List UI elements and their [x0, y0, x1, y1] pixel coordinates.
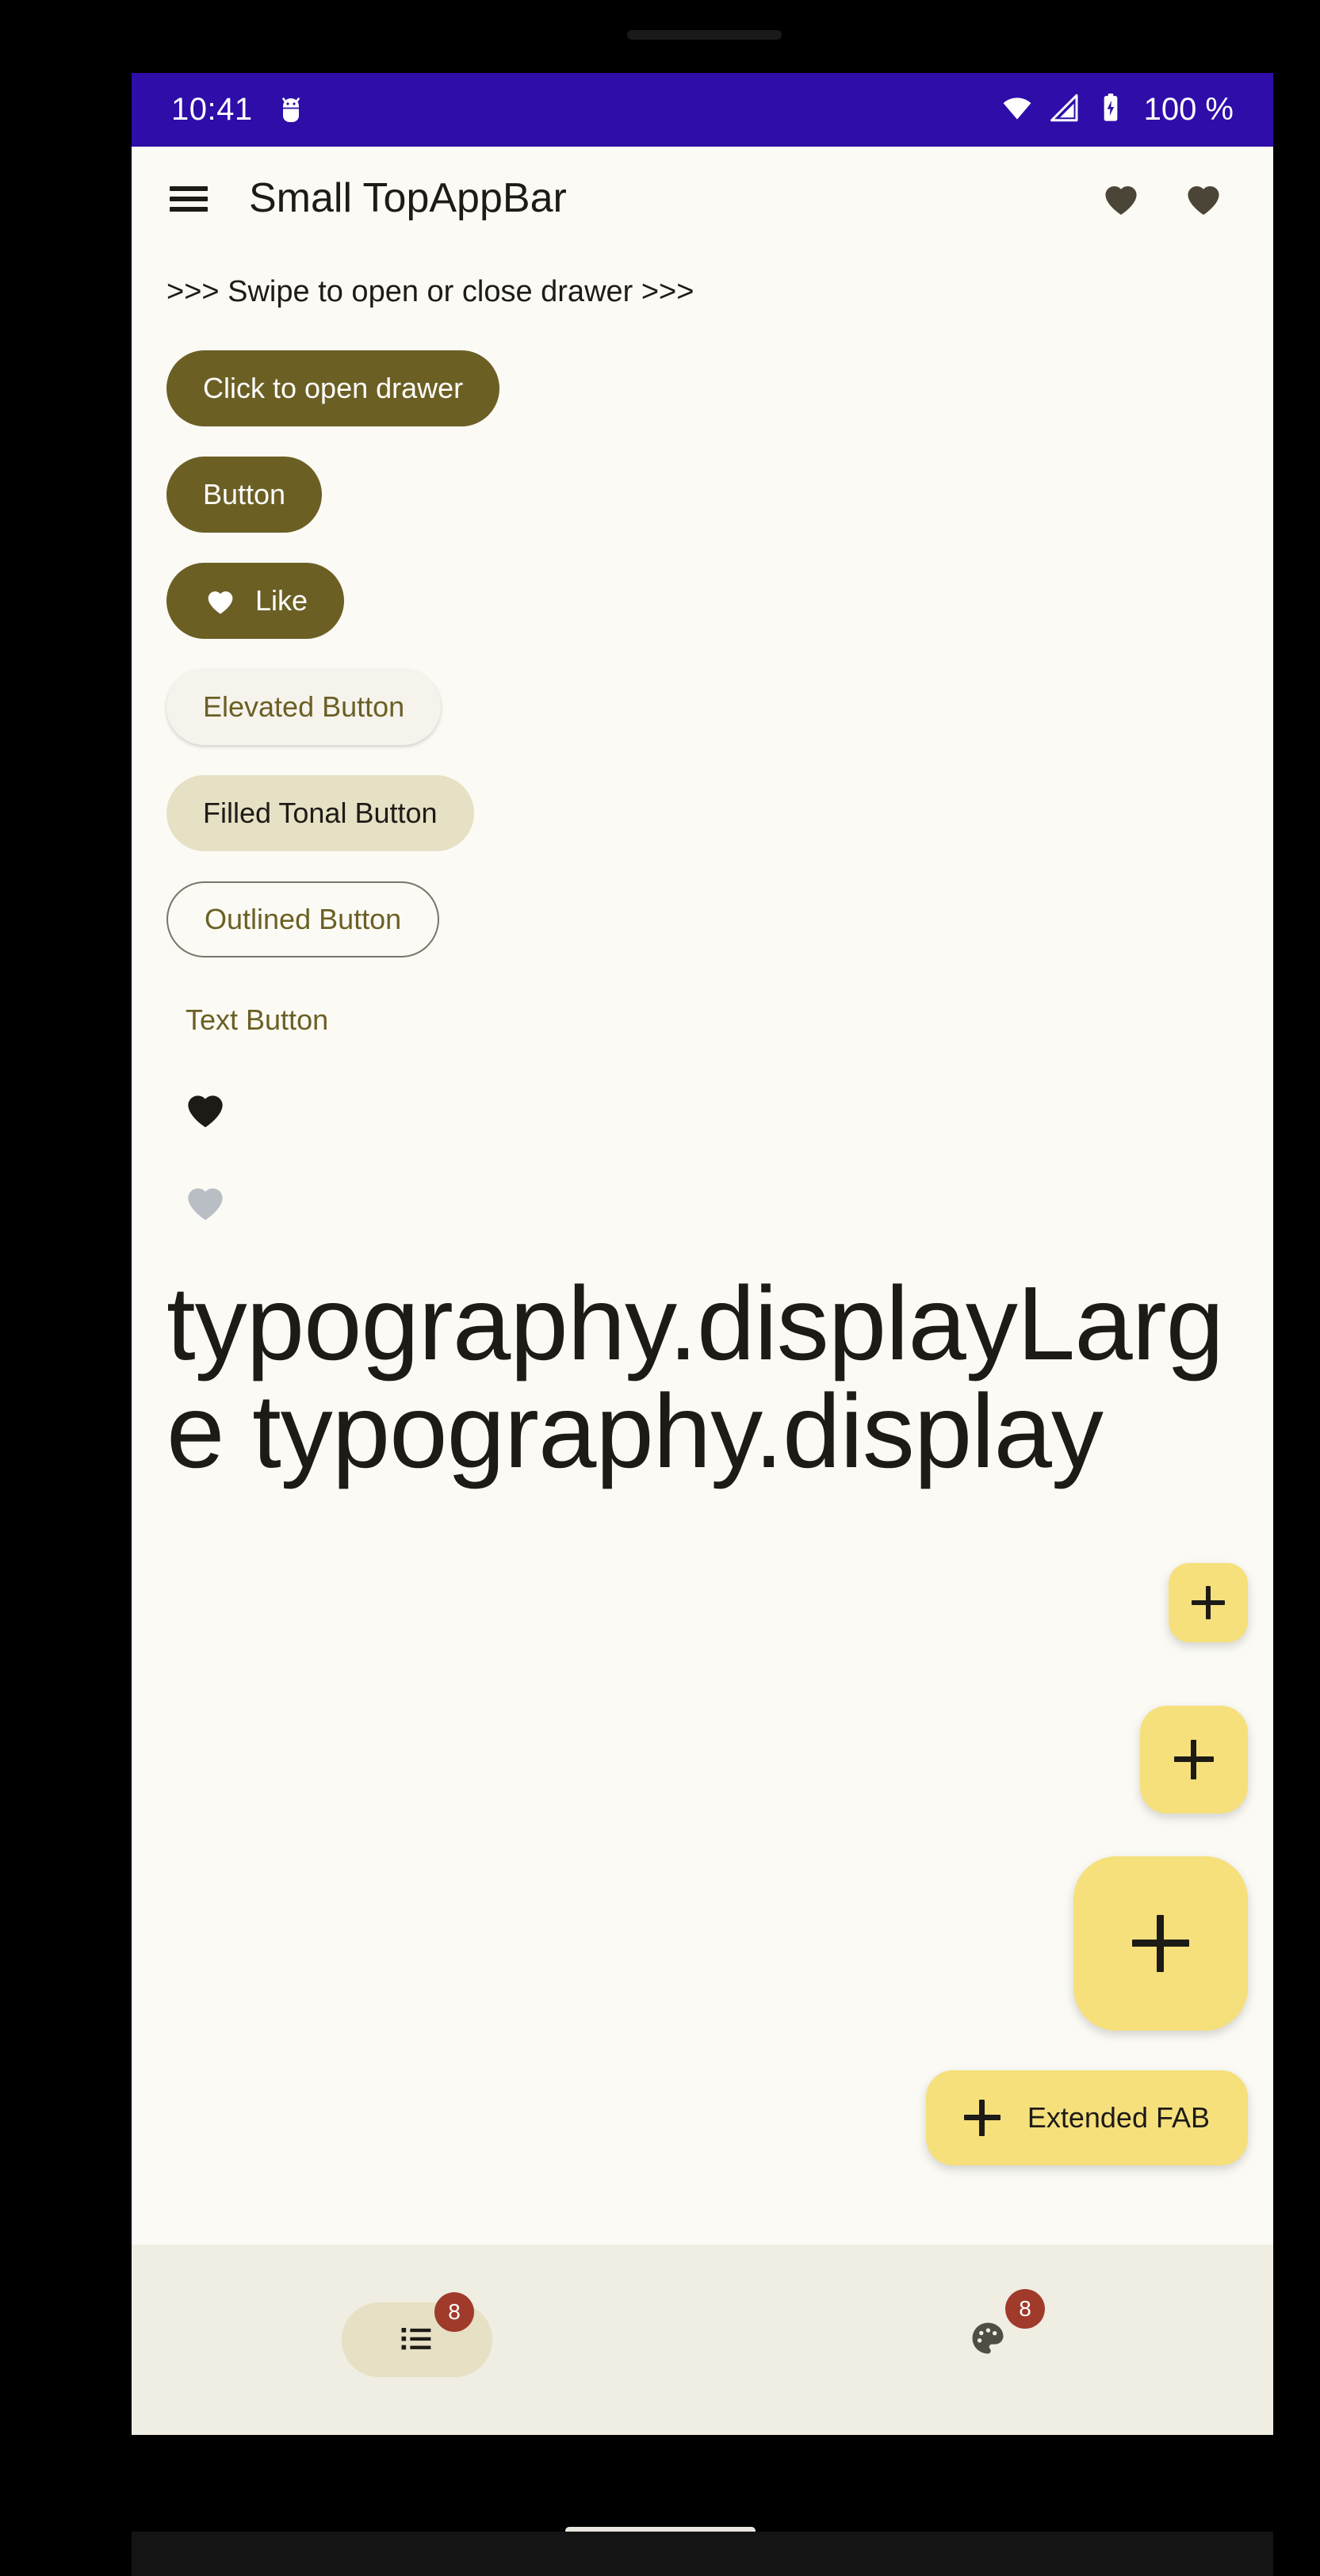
page-title: Small TopAppBar [249, 175, 567, 221]
wifi-icon [1000, 90, 1035, 129]
nav-item-palette-badge: 8 [1005, 2289, 1045, 2329]
status-icons-group: 100 % [1000, 90, 1234, 129]
open-drawer-button[interactable]: Click to open drawer [166, 350, 500, 426]
status-time: 10:41 [171, 92, 253, 127]
top-app-bar: Small TopAppBar [132, 147, 1273, 250]
status-bar: 10:41 100 % [132, 73, 1273, 147]
plain-button[interactable]: Button [166, 457, 323, 533]
fab-extended[interactable]: Extended FAB [925, 2070, 1248, 2165]
plus-icon [1174, 1740, 1214, 1779]
like-button[interactable]: Like [166, 563, 345, 639]
app-bar-actions [1099, 176, 1238, 220]
typography-sample-text: typography.displayLarge typography.displ… [166, 1265, 1224, 1489]
swipe-hint-text: >>> Swipe to open or close drawer >>> [166, 275, 694, 308]
android-bug-icon [275, 94, 307, 126]
plus-icon [1132, 1915, 1189, 1972]
icon-toggle-group [166, 1084, 1238, 1230]
favorite-toggle-off[interactable] [181, 1177, 1238, 1230]
plus-icon [963, 2100, 1001, 2136]
elevated-button[interactable]: Elevated Button [166, 669, 442, 745]
cell-signal-icon [1049, 91, 1082, 128]
palette-icon [967, 2318, 1008, 2363]
bottom-navigation-bar: 8 8 [132, 2245, 1273, 2435]
main-content: >>> Swipe to open or close drawer >>> Cl… [132, 275, 1273, 1485]
outlined-button[interactable]: Outlined Button [166, 881, 440, 957]
list-icon [396, 2318, 438, 2363]
favorite-toggle-on[interactable] [181, 1084, 1238, 1137]
text-button[interactable]: Text Button [166, 992, 347, 1048]
battery-percent-label: 100 % [1143, 92, 1234, 127]
device-frame: 10:41 100 % Small TopAppBar >>> Swipe to… [44, 0, 1276, 2576]
nav-item-palette[interactable]: 8 [702, 2245, 1273, 2435]
fab-medium[interactable] [1140, 1706, 1248, 1814]
like-button-label: Like [255, 584, 308, 617]
hamburger-menu-icon[interactable] [166, 176, 211, 220]
fab-large[interactable] [1073, 1856, 1248, 2031]
screen-bottom-bezel [132, 2532, 1273, 2576]
plus-icon [1192, 1586, 1225, 1619]
nav-item-list[interactable]: 8 [132, 2245, 702, 2435]
phone-screen: 10:41 100 % Small TopAppBar >>> Swipe to… [132, 73, 1273, 2435]
fab-extended-label: Extended FAB [1027, 2101, 1210, 2134]
speaker-slot [627, 30, 782, 40]
heart-icon [203, 583, 238, 618]
heart-icon[interactable] [1099, 176, 1143, 220]
filled-tonal-button[interactable]: Filled Tonal Button [166, 775, 474, 851]
nav-item-list-badge: 8 [434, 2292, 474, 2332]
fab-small[interactable] [1169, 1563, 1248, 1642]
heart-icon[interactable] [1181, 176, 1226, 220]
battery-charging-icon [1096, 92, 1125, 128]
